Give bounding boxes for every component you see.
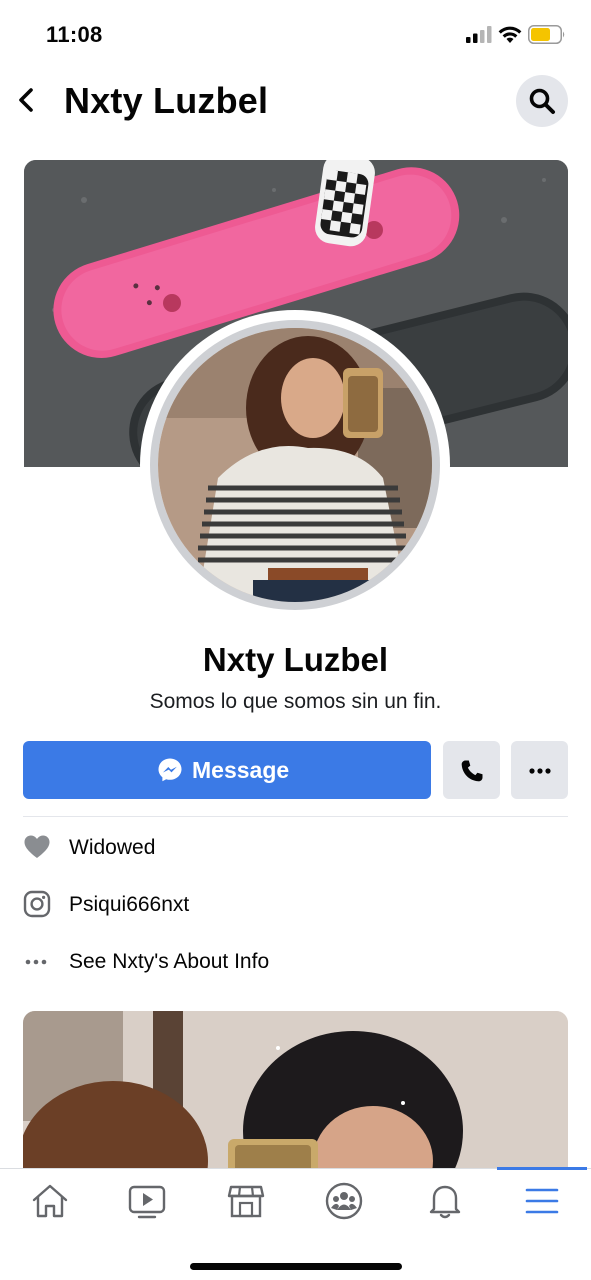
about-info-row[interactable]: See Nxty's About Info bbox=[23, 947, 568, 977]
heart-icon bbox=[24, 835, 50, 858]
featured-photo-image bbox=[23, 1011, 568, 1181]
wifi-icon bbox=[498, 26, 522, 43]
active-tab-indicator bbox=[497, 1167, 587, 1170]
message-button-label: Message bbox=[192, 757, 290, 783]
notifications-icon bbox=[429, 1185, 461, 1219]
home-indicator bbox=[190, 1263, 402, 1270]
search-button[interactable] bbox=[516, 75, 568, 127]
groups-icon bbox=[325, 1182, 363, 1220]
more-dots-icon bbox=[25, 959, 47, 965]
instagram-username[interactable]: Psiqui666nxt bbox=[69, 893, 189, 917]
message-button[interactable]: Message bbox=[23, 741, 431, 799]
menu-icon bbox=[525, 1188, 559, 1214]
avatar[interactable] bbox=[150, 320, 440, 610]
status-time: 11:08 bbox=[46, 22, 103, 47]
about-info-link[interactable]: See Nxty's About Info bbox=[69, 950, 269, 974]
profile-picture-image bbox=[158, 328, 432, 602]
call-button[interactable] bbox=[443, 741, 500, 799]
more-dots-icon bbox=[529, 768, 551, 774]
instagram-row[interactable]: Psiqui666nxt bbox=[23, 890, 568, 920]
search-icon bbox=[529, 88, 555, 114]
more-options-button[interactable] bbox=[511, 741, 568, 799]
cellular-signal-icon bbox=[466, 26, 492, 43]
profile-header: Nxty Luzbel bbox=[0, 70, 591, 132]
messenger-icon bbox=[158, 758, 182, 782]
profile-bio: Somos lo que somos sin un fin. bbox=[149, 690, 442, 713]
back-button[interactable] bbox=[14, 84, 40, 116]
tab-home[interactable] bbox=[30, 1181, 70, 1221]
section-divider bbox=[23, 816, 568, 817]
relationship-status-text: Widowed bbox=[69, 836, 156, 859]
relationship-status-row: Widowed bbox=[23, 833, 568, 863]
tab-groups[interactable] bbox=[324, 1181, 364, 1221]
profile-actions: Message bbox=[23, 741, 568, 799]
chevron-left-icon bbox=[19, 88, 33, 112]
page-title: Nxty Luzbel bbox=[64, 80, 269, 121]
watch-icon bbox=[128, 1185, 166, 1219]
marketplace-icon bbox=[227, 1185, 265, 1218]
phone-icon bbox=[461, 760, 483, 782]
tab-menu[interactable] bbox=[522, 1181, 562, 1221]
tab-notifications[interactable] bbox=[425, 1181, 465, 1221]
profile-name: Nxty Luzbel bbox=[202, 641, 389, 678]
instagram-icon bbox=[23, 890, 51, 918]
battery-icon bbox=[528, 25, 565, 44]
home-icon bbox=[32, 1184, 68, 1218]
bottom-tab-bar bbox=[0, 1167, 591, 1280]
tab-watch[interactable] bbox=[127, 1181, 167, 1221]
status-bar: 11:08 bbox=[0, 0, 591, 70]
tab-marketplace[interactable] bbox=[226, 1181, 266, 1221]
featured-photo[interactable] bbox=[23, 1011, 568, 1181]
